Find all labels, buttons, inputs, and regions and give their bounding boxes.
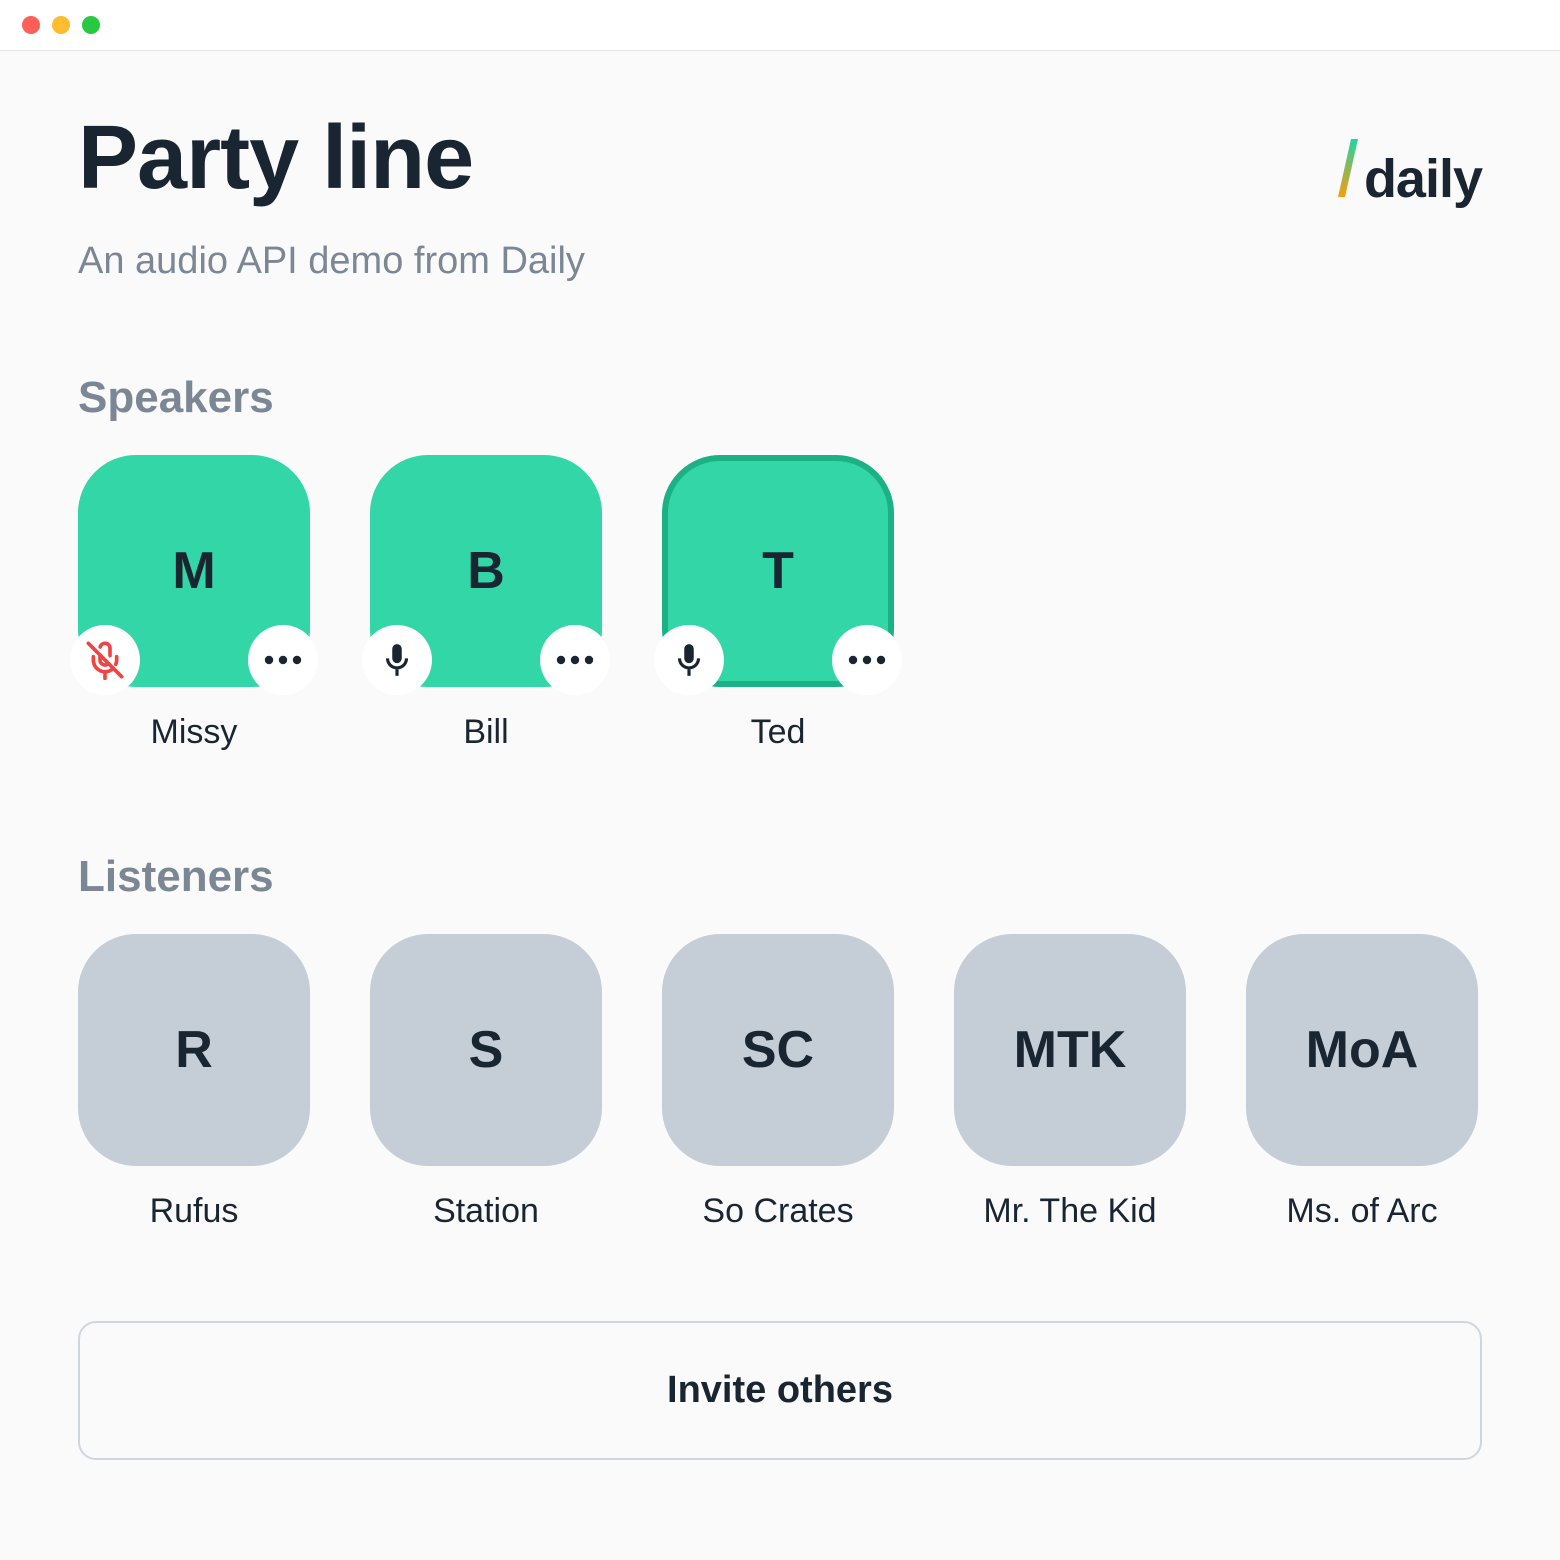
listener-card[interactable]: MoA Ms. of Arc xyxy=(1246,934,1478,1231)
avatar-wrap: M xyxy=(78,455,310,687)
listener-avatar: R xyxy=(78,934,310,1166)
speaker-name: Bill xyxy=(463,713,508,752)
slash-icon xyxy=(1338,139,1358,197)
listener-avatar: S xyxy=(370,934,602,1166)
header-text: Party line An audio API demo from Daily xyxy=(78,111,585,283)
mic-icon xyxy=(378,641,416,679)
avatar-initial: MoA xyxy=(1306,1020,1419,1080)
listener-card[interactable]: SC So Crates xyxy=(662,934,894,1231)
page-title: Party line xyxy=(78,111,585,206)
mic-muted-icon xyxy=(85,640,125,680)
listener-name: Mr. The Kid xyxy=(983,1192,1156,1231)
listener-name: Rufus xyxy=(150,1192,239,1231)
avatar-wrap: T xyxy=(662,455,894,687)
avatar-initial: T xyxy=(762,541,794,601)
more-options-button[interactable] xyxy=(832,625,902,695)
speaker-card[interactable]: M Missy xyxy=(78,455,310,752)
invite-label: Invite others xyxy=(667,1369,893,1411)
speaker-name: Missy xyxy=(151,713,238,752)
listeners-row: RRufusSStationSCSo CratesMTKMr. The KidM… xyxy=(78,934,1482,1231)
invite-others-button[interactable]: Invite others xyxy=(78,1321,1482,1460)
avatar-initial: R xyxy=(175,1020,213,1080)
listener-card[interactable]: R Rufus xyxy=(78,934,310,1231)
speakers-section: Speakers M Missy B Bill T Ted xyxy=(78,373,1482,752)
more-options-button[interactable] xyxy=(248,625,318,695)
avatar-wrap: R xyxy=(78,934,310,1166)
app-content: Party line An audio API demo from Daily … xyxy=(0,51,1560,1560)
avatar-wrap: B xyxy=(370,455,602,687)
avatar-initial: MTK xyxy=(1014,1020,1127,1080)
speakers-row: M Missy B Bill T Ted xyxy=(78,455,1482,752)
daily-logo: daily xyxy=(1338,139,1482,210)
page-subtitle: An audio API demo from Daily xyxy=(78,240,585,283)
avatar-initial: B xyxy=(467,541,505,601)
listeners-heading: Listeners xyxy=(78,852,1482,902)
invite-section: Invite others xyxy=(78,1321,1482,1460)
listeners-section: Listeners R Rufus S Station SC So Crates MTK Mr… xyxy=(78,852,1482,1231)
listener-avatar: MoA xyxy=(1246,934,1478,1166)
listener-avatar: SC xyxy=(662,934,894,1166)
speaker-name: Ted xyxy=(751,713,806,752)
listener-name: Station xyxy=(433,1192,539,1231)
logo-text: daily xyxy=(1364,148,1482,210)
more-icon xyxy=(555,654,595,666)
avatar-wrap: S xyxy=(370,934,602,1166)
mic-toggle-button[interactable] xyxy=(654,625,724,695)
mic-toggle-button[interactable] xyxy=(362,625,432,695)
speaker-card[interactable]: B Bill xyxy=(370,455,602,752)
avatar-wrap: MTK xyxy=(954,934,1186,1166)
avatar-wrap: MoA xyxy=(1246,934,1478,1166)
listener-card[interactable]: S Station xyxy=(370,934,602,1231)
listener-card[interactable]: MTK Mr. The Kid xyxy=(954,934,1186,1231)
mic-toggle-button[interactable] xyxy=(70,625,140,695)
avatar-initial: M xyxy=(172,541,215,601)
avatar-initial: SC xyxy=(742,1020,814,1080)
speakers-heading: Speakers xyxy=(78,373,1482,423)
header: Party line An audio API demo from Daily … xyxy=(78,111,1482,283)
more-options-button[interactable] xyxy=(540,625,610,695)
window-zoom-button[interactable] xyxy=(82,16,100,34)
avatar-initial: S xyxy=(469,1020,504,1080)
listener-name: Ms. of Arc xyxy=(1286,1192,1437,1231)
avatar-wrap: SC xyxy=(662,934,894,1166)
listener-name: So Crates xyxy=(702,1192,853,1231)
window-chrome xyxy=(0,0,1560,50)
window-minimize-button[interactable] xyxy=(52,16,70,34)
more-icon xyxy=(847,654,887,666)
more-icon xyxy=(263,654,303,666)
listener-avatar: MTK xyxy=(954,934,1186,1166)
mic-icon xyxy=(670,641,708,679)
window-close-button[interactable] xyxy=(22,16,40,34)
speaker-card[interactable]: T Ted xyxy=(662,455,894,752)
